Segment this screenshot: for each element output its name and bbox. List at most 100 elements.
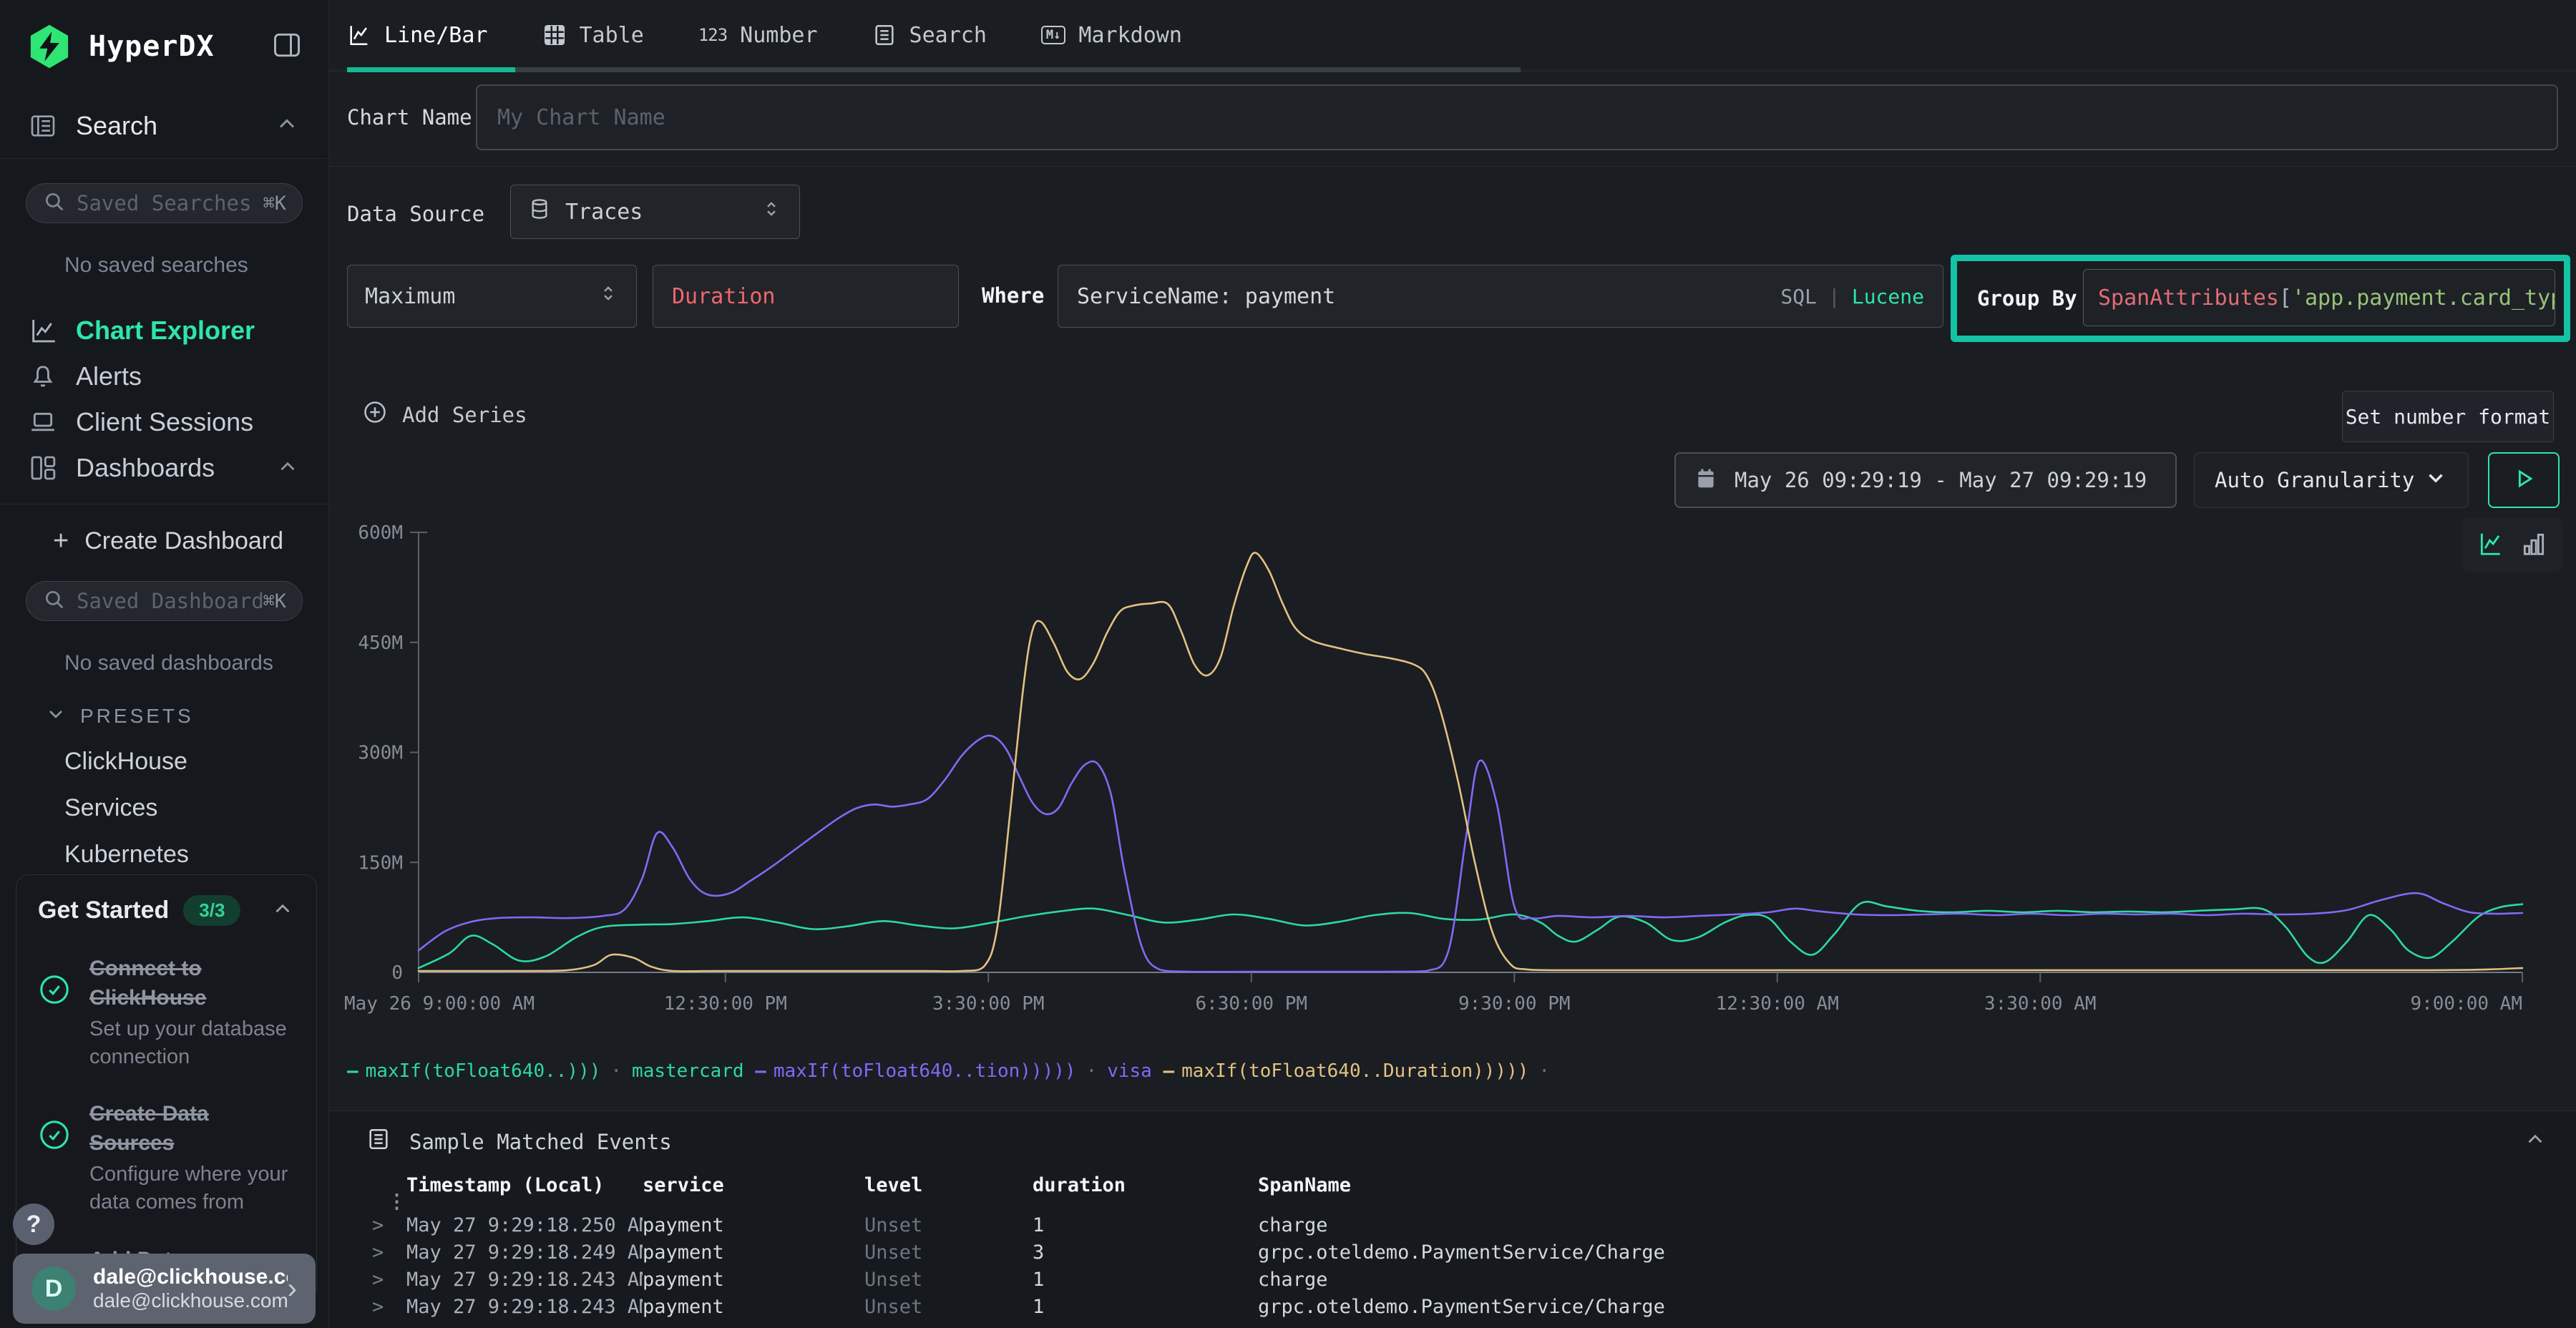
table-row[interactable]: >May 27 9:29:18.250 AMpaymentUnset1charg… [329, 1213, 2576, 1240]
presets-label: PRESETS [80, 705, 194, 728]
main-content: Line/Bar Table 123 Number Search M↓ Mark… [329, 0, 2576, 1328]
date-range-picker[interactable]: May 26 09:29:19 - May 27 09:29:19 [1674, 452, 2177, 508]
table-cell: payment [643, 1269, 864, 1291]
chart-name-input[interactable]: My Chart Name [476, 84, 2558, 150]
saved-dashboards-input[interactable]: Saved Dashboards ⌘K [26, 581, 303, 621]
legend-item[interactable]: —maxIf(toFloat640..tion)))))·visa [755, 1060, 1152, 1082]
chevron-down-icon [44, 703, 67, 729]
svg-text:6:30:00 PM: 6:30:00 PM [1195, 993, 1307, 1015]
sidebar-item-search[interactable]: Search [0, 93, 328, 159]
table-cell: payment [643, 1296, 864, 1318]
column-header[interactable]: ⋮service [643, 1174, 864, 1196]
field-select[interactable]: Duration [653, 265, 959, 328]
table-cell: May 27 9:29:18.249 AM [406, 1241, 643, 1264]
table-row[interactable]: >May 27 9:29:18.243 AMpaymentUnset1grpc.… [329, 1294, 2576, 1322]
tab-label: Search [909, 23, 987, 48]
svg-text:150M: 150M [358, 852, 403, 874]
search-section-icon [29, 111, 57, 141]
chart-canvas[interactable]: 0150M300M450M600MMay 26 9:00:00 AM12:30:… [340, 508, 2558, 1066]
chevron-right-icon: › [288, 1273, 297, 1305]
granularity-select[interactable]: Auto Granularity [2194, 452, 2469, 508]
check-circle-icon [38, 1118, 71, 1216]
svg-text:300M: 300M [358, 743, 403, 764]
get-started-header[interactable]: Get Started 3/3 [38, 895, 295, 926]
table-menu-icon[interactable]: ⋮ [372, 1191, 406, 1213]
table-cell: grpc.oteldemo.PaymentService/Charge [1258, 1241, 2507, 1264]
where-query-value: ServiceName: payment [1077, 284, 1335, 309]
legend-series-name: maxIf(toFloat640..))) [366, 1060, 601, 1082]
series-line [419, 736, 2522, 972]
table-row[interactable]: >May 27 9:29:18.249 AMpaymentUnset3grpc.… [329, 1240, 2576, 1267]
user-menu[interactable]: D dale@clickhouse.com dale@clickhouse.co… [13, 1254, 316, 1324]
search-icon [42, 190, 67, 218]
hyperdx-logo-icon [26, 23, 73, 70]
sidebar-item-alerts[interactable]: Alerts [0, 353, 328, 399]
tab-markdown[interactable]: M↓ Markdown [1041, 23, 1182, 48]
sidebar-item-preset-services[interactable]: Services [0, 776, 328, 822]
get-started-item[interactable]: Connect to ClickHouseSet up your databas… [38, 954, 295, 1071]
table-cell: charge [1258, 1214, 2507, 1236]
svg-text:600M: 600M [358, 522, 403, 544]
saved-searches-input[interactable]: Saved Searches ⌘K [26, 183, 303, 223]
user-texts: dale@clickhouse.com dale@clickhouse.com'… [93, 1265, 288, 1312]
sidebar-item-label: Dashboards [76, 453, 215, 483]
table-grid-icon [542, 23, 567, 47]
help-button[interactable]: ? [13, 1204, 54, 1245]
set-number-format-button[interactable]: Set number format [2342, 391, 2554, 442]
tab-number[interactable]: 123 Number [698, 23, 818, 48]
collapse-sidebar-icon[interactable] [271, 29, 303, 64]
column-header[interactable]: ⋮level [864, 1174, 1033, 1196]
legend-item[interactable]: —maxIf(toFloat640..Duration)))))· [1163, 1060, 1560, 1082]
legend-item[interactable]: —maxIf(toFloat640..)))·mastercard [347, 1060, 744, 1082]
legend-series-name: maxIf(toFloat640..tion))))) [774, 1060, 1076, 1082]
get-started-item-desc: Set up your database connection [89, 1015, 295, 1071]
table-row[interactable]: >May 27 9:29:18.243 AMpaymentUnset1charg… [329, 1267, 2576, 1294]
circle-plus-icon [362, 399, 388, 430]
sidebar-item-dashboards[interactable]: Dashboards [0, 445, 328, 491]
create-dashboard-button[interactable]: + Create Dashboard [0, 504, 328, 557]
chevron-up-icon[interactable] [2523, 1127, 2547, 1156]
table-cell: payment [643, 1241, 864, 1264]
events-panel-header[interactable]: Sample Matched Events [366, 1127, 2547, 1156]
events-panel-title: Sample Matched Events [409, 1130, 672, 1154]
tab-label: Line/Bar [384, 23, 488, 48]
sidebar-item-chart-explorer[interactable]: Chart Explorer [0, 308, 328, 353]
table-cell: May 27 9:29:18.243 AM [406, 1296, 643, 1318]
where-query-input[interactable]: ServiceName: payment SQL | Lucene [1058, 265, 1943, 328]
expand-row-icon[interactable]: > [372, 1296, 406, 1318]
tab-table[interactable]: Table [542, 23, 644, 48]
list-lines-icon [366, 1127, 391, 1156]
query-language-toggle: SQL | Lucene [1780, 285, 1924, 308]
events-table-header: Timestamp (Local)⋮service⋮level⋮duration… [329, 1180, 2576, 1213]
expand-row-icon[interactable]: > [372, 1214, 406, 1236]
sql-toggle[interactable]: SQL [1780, 285, 1817, 308]
data-source-select[interactable]: Traces [510, 185, 800, 239]
lucene-toggle[interactable]: Lucene [1852, 285, 1924, 308]
expand-row-icon[interactable]: > [372, 1269, 406, 1291]
tab-line-bar[interactable]: Line/Bar [347, 23, 488, 48]
sidebar-item-preset-clickhouse[interactable]: ClickHouse [0, 729, 328, 776]
column-header[interactable]: ⋮duration [1033, 1174, 1258, 1196]
tab-search[interactable]: Search [872, 23, 987, 48]
expand-row-icon[interactable]: > [372, 1241, 406, 1264]
legend-dash-icon: — [755, 1060, 766, 1082]
column-header[interactable]: ⋮SpanName [1258, 1174, 2507, 1196]
get-started-item[interactable]: Create Data SourcesConfigure where your … [38, 1100, 295, 1216]
add-series-button[interactable]: Add Series [362, 399, 527, 430]
chevron-up-icon [274, 111, 300, 140]
run-query-button[interactable] [2488, 452, 2560, 508]
presets-toggle[interactable]: PRESETS [0, 675, 328, 729]
get-started-card: Get Started 3/3 Connect to ClickHouseSet… [16, 874, 317, 1299]
column-header[interactable]: Timestamp (Local) [406, 1174, 643, 1196]
legend-group-label: visa [1107, 1060, 1152, 1082]
date-range-value: May 26 09:29:19 - May 27 09:29:19 [1735, 468, 2147, 492]
sidebar-item-preset-kubernetes[interactable]: Kubernetes [0, 822, 328, 869]
sidebar-item-client-sessions[interactable]: Client Sessions [0, 399, 328, 445]
get-started-item-title: Create Data Sources [89, 1100, 295, 1158]
legend-series-name: maxIf(toFloat640..Duration))))) [1181, 1060, 1528, 1082]
aggregation-select[interactable]: Maximum [347, 265, 637, 328]
table-cell: grpc.oteldemo.PaymentService/Charge [1258, 1296, 2507, 1318]
group-by-input[interactable]: SpanAttributes['app.payment.card_type'] [2083, 269, 2555, 326]
shortcut-badge: ⌘K [263, 590, 286, 612]
svg-text:12:30:00 PM: 12:30:00 PM [664, 993, 787, 1015]
